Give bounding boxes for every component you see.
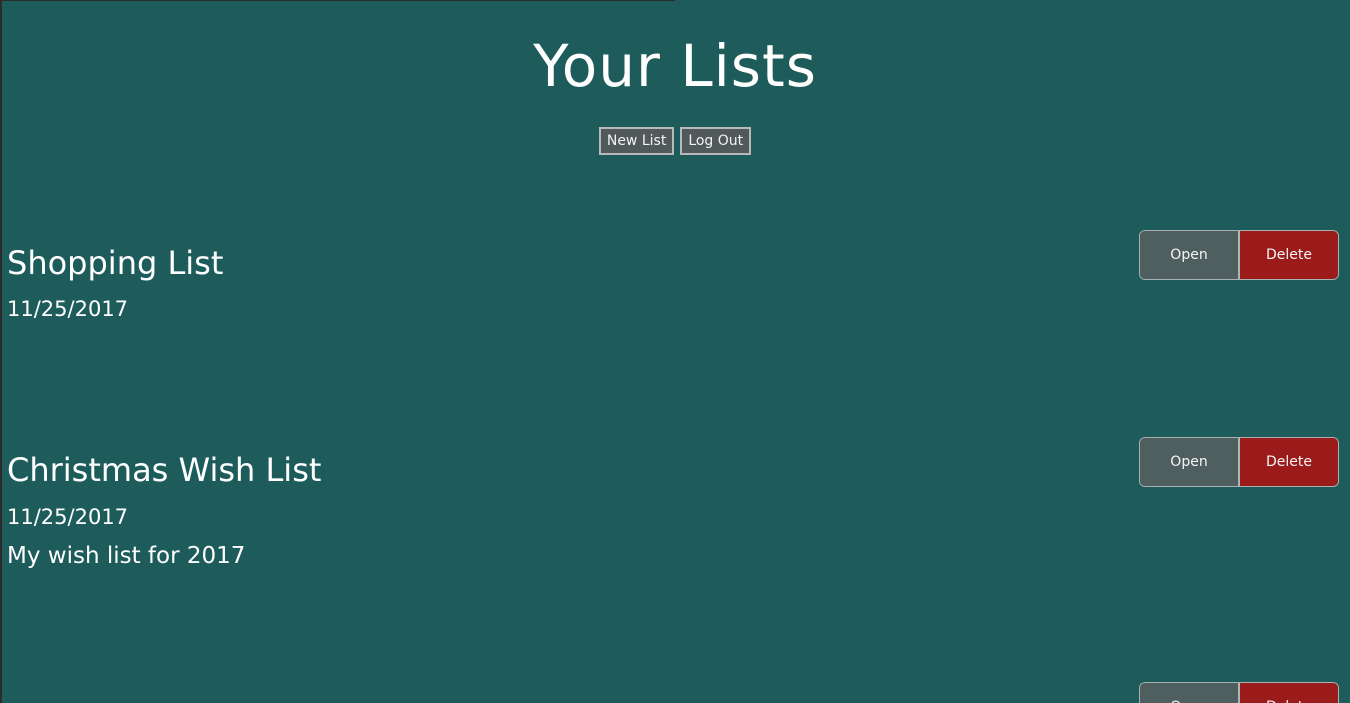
page-title: Your Lists	[533, 32, 817, 100]
list-description: My wish list for 2017	[7, 543, 246, 569]
list-date: 11/25/2017	[7, 297, 129, 321]
new-list-button[interactable]: New List	[598, 127, 675, 155]
open-list-button[interactable]: Open	[1140, 438, 1240, 486]
header-actions: New List Log Out	[0, 127, 1350, 155]
list-actions: Open Delete	[1139, 682, 1339, 703]
delete-list-button[interactable]: Delete	[1240, 683, 1338, 703]
open-list-button[interactable]: Open	[1140, 683, 1240, 703]
list-actions: Open Delete	[1139, 437, 1339, 487]
list-date: 11/25/2017	[7, 505, 129, 529]
window-top-edge	[0, 0, 675, 1]
window-left-edge	[0, 0, 2, 703]
delete-list-button[interactable]: Delete	[1240, 438, 1338, 486]
list-actions: Open Delete	[1139, 230, 1339, 280]
list-title: Christmas Wish List	[7, 451, 322, 489]
open-list-button[interactable]: Open	[1140, 231, 1240, 279]
delete-list-button[interactable]: Delete	[1240, 231, 1338, 279]
log-out-button[interactable]: Log Out	[680, 127, 752, 155]
list-title: Shopping List	[7, 244, 224, 282]
